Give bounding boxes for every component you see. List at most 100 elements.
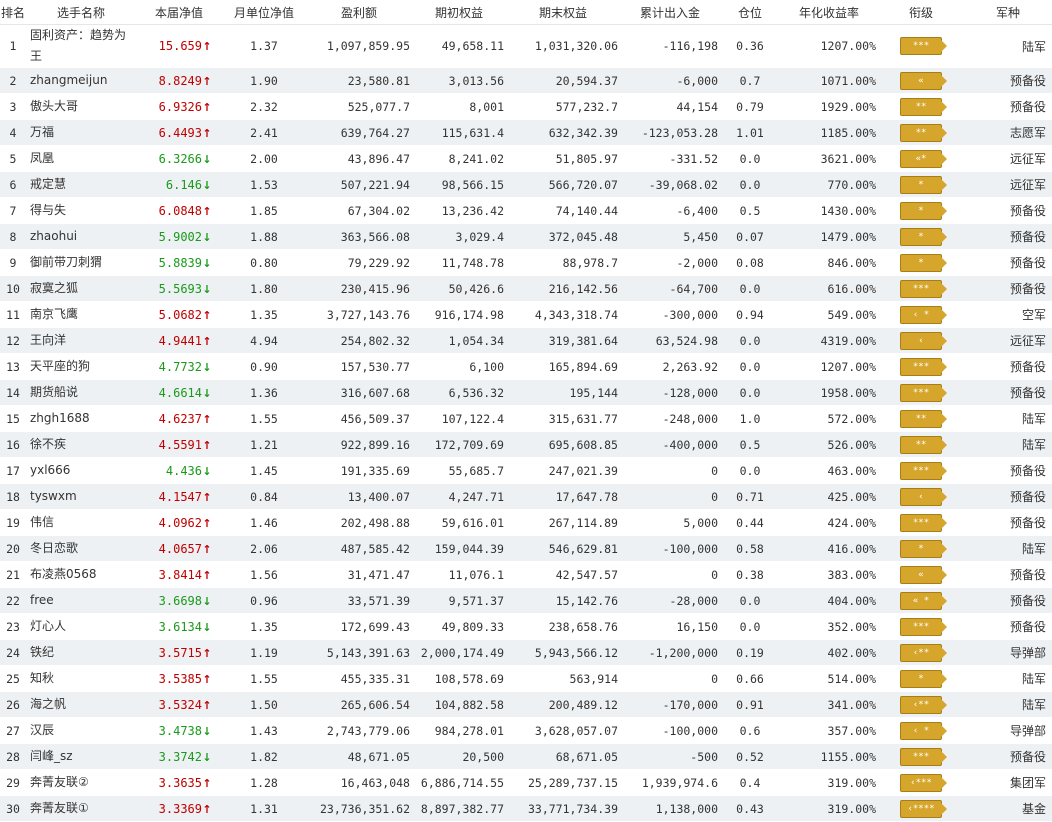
arrow-up-icon: ↑: [202, 438, 212, 452]
player-name[interactable]: 海之帆: [26, 691, 136, 718]
nav-value: 3.3369: [158, 801, 202, 816]
nav-value: 5.8839: [158, 255, 202, 270]
player-name[interactable]: tyswxm: [26, 483, 136, 510]
arrow-down-icon: ↓: [202, 230, 212, 244]
player-name[interactable]: 徐不疾: [26, 431, 136, 458]
annual-return-cell: 846.00%: [780, 249, 878, 276]
annual-return-cell: 424.00%: [780, 509, 878, 536]
player-name[interactable]: 灯心人: [26, 613, 136, 640]
column-header[interactable]: 累计出入金: [620, 0, 720, 25]
rank-badge-icon: ‹****: [900, 799, 947, 818]
arrow-down-icon: ↓: [202, 152, 212, 166]
player-name[interactable]: 御前带刀刺猬: [26, 249, 136, 276]
cashflow-cell: -64,700: [620, 275, 720, 302]
arrow-up-icon: ↑: [202, 74, 212, 88]
monthly-nav-cell: 1.21: [222, 431, 306, 458]
column-header[interactable]: 期初权益: [412, 0, 506, 25]
cashflow-cell: 16,150: [620, 613, 720, 640]
rank-badge-cell: ‹**: [878, 639, 964, 666]
player-name[interactable]: 知秋: [26, 665, 136, 692]
profit-cell: 2,743,779.06: [306, 717, 412, 744]
player-name[interactable]: 得与失: [26, 197, 136, 224]
rank-badge-cell: ‹: [878, 327, 964, 354]
rank-cell: 30: [0, 795, 26, 822]
table-body: 1 固利资产：趋势为王 15.659↑ 1.37 1,097,859.95 49,658.…: [0, 24, 1052, 822]
rank-badge-icon: «: [900, 71, 947, 90]
rank-badge-icon: *: [900, 539, 947, 558]
rank-badge-icon: *: [900, 227, 947, 246]
player-name[interactable]: 南京飞鹰: [26, 301, 136, 328]
player-name[interactable]: 铁纪: [26, 639, 136, 666]
monthly-nav-cell: 4.94: [222, 327, 306, 354]
branch-cell: 导弹部: [964, 717, 1052, 744]
player-name[interactable]: zhangmeijun: [26, 67, 136, 94]
arrow-down-icon: ↓: [202, 256, 212, 270]
nav-cell: 5.9002↓: [136, 223, 222, 250]
player-name[interactable]: 汉辰: [26, 717, 136, 744]
begin-equity-cell: 3,029.4: [412, 223, 506, 250]
nav-value: 5.9002: [158, 229, 202, 244]
rank-cell: 2: [0, 67, 26, 94]
profit-cell: 922,899.16: [306, 431, 412, 458]
arrow-up-icon: ↑: [202, 776, 212, 790]
column-header[interactable]: 衔级: [878, 0, 964, 25]
cashflow-cell: -100,000: [620, 535, 720, 562]
player-name[interactable]: 固利资产：趋势为王: [26, 24, 136, 68]
monthly-nav-cell: 1.37: [222, 24, 306, 68]
rank-badge-cell: ***: [878, 743, 964, 770]
arrow-up-icon: ↑: [202, 40, 212, 53]
profit-cell: 31,471.47: [306, 561, 412, 588]
player-name[interactable]: 凤凰: [26, 145, 136, 172]
column-header[interactable]: 排名: [0, 0, 26, 25]
column-header[interactable]: 本届净值: [136, 0, 222, 25]
player-name[interactable]: 万福: [26, 119, 136, 146]
position-cell: 0.0: [720, 457, 780, 484]
player-name[interactable]: 布凌燕0568: [26, 561, 136, 588]
player-name[interactable]: 戒定慧: [26, 171, 136, 198]
monthly-nav-cell: 0.84: [222, 483, 306, 510]
player-name[interactable]: 寂寞之狐: [26, 275, 136, 302]
player-name[interactable]: 奔菁友联①: [26, 795, 136, 822]
player-name[interactable]: zhaohui: [26, 223, 136, 250]
profit-cell: 487,585.42: [306, 535, 412, 562]
position-cell: 0.19: [720, 639, 780, 666]
player-name[interactable]: 傲头大哥: [26, 93, 136, 120]
player-name[interactable]: 期货船说: [26, 379, 136, 406]
player-name[interactable]: 伟信: [26, 509, 136, 536]
column-header[interactable]: 选手名称: [26, 0, 136, 25]
monthly-nav-cell: 1.28: [222, 769, 306, 796]
end-equity-cell: 247,021.39: [506, 457, 620, 484]
column-header[interactable]: 军种: [964, 0, 1052, 25]
player-name[interactable]: yxl666: [26, 457, 136, 484]
column-header[interactable]: 仓位: [720, 0, 780, 25]
column-header[interactable]: 月单位净值: [222, 0, 306, 25]
table-row: 22 free 3.6698↓ 0.96 33,571.39 9,571.37 15,142…: [0, 587, 1052, 614]
annual-return-cell: 1479.00%: [780, 223, 878, 250]
nav-cell: 4.0657↑: [136, 535, 222, 562]
begin-equity-cell: 172,709.69: [412, 431, 506, 458]
column-header[interactable]: 期末权益: [506, 0, 620, 25]
table-row: 17 yxl666 4.436↓ 1.45 191,335.69 55,685.7 247,…: [0, 457, 1052, 484]
begin-equity-cell: 49,809.33: [412, 613, 506, 640]
end-equity-cell: 4,343,318.74: [506, 301, 620, 328]
player-name[interactable]: 冬日恋歌: [26, 535, 136, 562]
arrow-up-icon: ↑: [202, 126, 212, 140]
annual-return-cell: 463.00%: [780, 457, 878, 484]
player-name[interactable]: zhgh1688: [26, 405, 136, 432]
profit-cell: 507,221.94: [306, 171, 412, 198]
nav-value: 4.9441: [158, 333, 202, 348]
column-header[interactable]: 盈利额: [306, 0, 412, 25]
player-name[interactable]: free: [26, 587, 136, 614]
player-name[interactable]: 闫峰_sz: [26, 743, 136, 770]
profit-cell: 525,077.7: [306, 93, 412, 120]
nav-value: 6.0848: [158, 203, 202, 218]
player-name[interactable]: 奔菁友联②: [26, 769, 136, 796]
annual-return-cell: 1071.00%: [780, 67, 878, 94]
column-header[interactable]: 年化收益率: [780, 0, 878, 25]
arrow-up-icon: ↑: [202, 100, 212, 114]
end-equity-cell: 17,647.78: [506, 483, 620, 510]
player-name[interactable]: 天平座的狗: [26, 353, 136, 380]
profit-cell: 1,097,859.95: [306, 24, 412, 68]
player-name[interactable]: 王向洋: [26, 327, 136, 354]
rank-badge-icon: ***: [900, 617, 947, 636]
